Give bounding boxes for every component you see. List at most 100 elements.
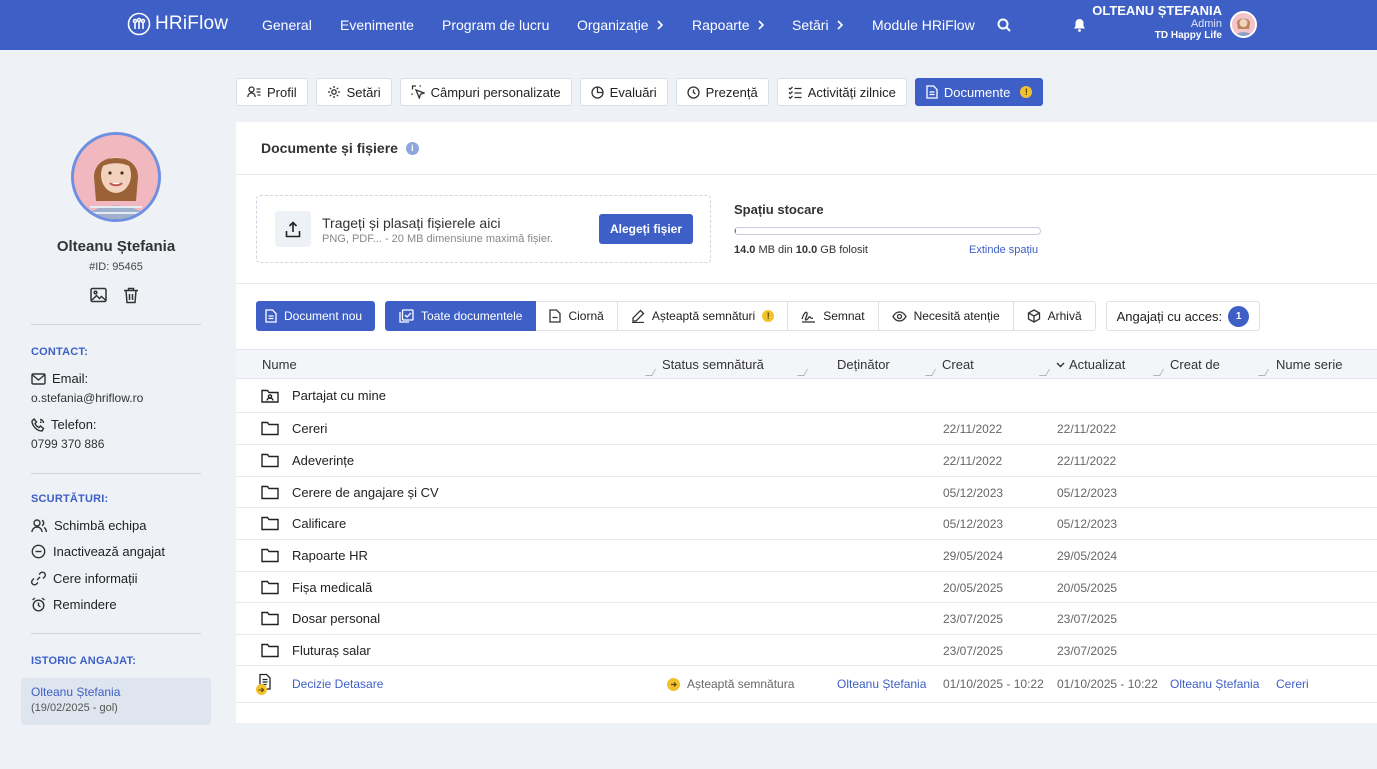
shortcut-reminders[interactable]: Remindere [31,597,117,612]
document-icon [265,309,277,323]
table-row[interactable]: Dosar personal 23/07/2025 23/07/2025 [236,603,1377,635]
document-created-by[interactable]: Olteanu Ștefania [1170,677,1259,691]
image-icon[interactable] [90,287,107,303]
column-resize-handle[interactable] [1038,369,1051,376]
column-header-name[interactable]: Nume [262,357,297,372]
updated-date: 22/11/2022 [1057,422,1117,436]
column-header-updated[interactable]: Actualizat [1056,357,1125,372]
column-resize-handle[interactable] [1152,369,1165,376]
column-header-signature-status[interactable]: Status semnătură [662,357,764,372]
button-label: Document nou [284,309,363,323]
table-row[interactable]: Decizie Detasare Așteaptă semnătura Olte… [236,666,1377,703]
updated-date: 05/12/2023 [1057,517,1118,531]
shared-folder-icon [261,389,279,403]
shortcuts-title: SCURTĂTURI: [31,493,109,505]
trash-icon[interactable] [123,287,139,304]
nav-organizatie[interactable]: Organizație [577,17,664,33]
search-icon[interactable] [997,18,1011,32]
table-row[interactable]: Calificare 05/12/2023 05/12/2023 [236,508,1377,540]
tab-profil[interactable]: Profil [236,78,308,106]
table-row[interactable]: Rapoarte HR 29/05/2024 29/05/2024 [236,540,1377,572]
nav-evenimente[interactable]: Evenimente [340,17,414,33]
filter-label: Așteaptă semnături [651,309,756,323]
tab-setari[interactable]: Setări [315,78,392,106]
phone-value[interactable]: 0799 370 886 [31,437,104,451]
new-document-button[interactable]: Document nou [256,301,376,331]
checklist-icon [788,86,802,99]
table-row[interactable]: Partajat cu mine [236,380,1377,413]
bell-icon[interactable] [1073,18,1086,32]
file-dropzone[interactable]: Trageți și plasați fișierele aici PNG, P… [256,195,711,263]
table-row[interactable]: Adeverințe 22/11/2022 22/11/2022 [236,445,1377,477]
contact-title: CONTACT: [31,346,88,358]
tab-prezenta[interactable]: Prezență [675,78,769,106]
email-value[interactable]: o.stefania@hriflow.ro [31,391,143,405]
divider [31,324,201,325]
table-row[interactable]: Cereri 22/11/2022 22/11/2022 [236,413,1377,445]
nav-general[interactable]: General [262,17,312,33]
access-label: Angajați cu acces: [1116,308,1223,324]
tab-documente[interactable]: Documente ! [914,78,1044,106]
extend-storage-link[interactable]: Extinde spațiu [969,244,1038,256]
nav-rapoarte[interactable]: Rapoarte [692,17,765,33]
filter-draft[interactable]: Ciornă [536,301,618,331]
column-resize-handle[interactable] [796,369,809,376]
pen-icon [631,309,645,323]
document-owner[interactable]: Olteanu Ștefania [837,677,926,691]
user-menu[interactable]: OLTEANU ȘTEFANIA Admin TD Happy Life [1092,3,1222,42]
shortcut-inactivate[interactable]: Inactivează angajat [31,544,165,559]
tab-evaluari[interactable]: Evaluări [579,78,668,106]
nav-program-de-lucru[interactable]: Program de lucru [442,17,549,33]
employees-with-access[interactable]: Angajați cu acces: 1 [1105,301,1261,331]
column-resize-handle[interactable] [644,369,657,376]
table-row[interactable]: Cerere de angajare și CV 05/12/2023 05/1… [236,477,1377,508]
email-label-text: Email: [52,371,89,386]
folder-name: Fișa medicală [292,580,373,595]
tab-label: Documente [943,84,1011,100]
divider [31,633,201,634]
choose-file-button[interactable]: Alegeți fișier [599,214,693,244]
shortcut-change-team[interactable]: Schimbă echipa [31,518,147,533]
shortcut-request-info[interactable]: Cere informații [31,571,138,586]
logo[interactable]: HRiFlow [127,12,228,36]
history-card[interactable]: Olteanu Ștefania (19/02/2025 - gol) [21,678,211,725]
column-header-created-by[interactable]: Creat de [1170,357,1220,372]
updated-date: 20/05/2025 [1057,581,1118,595]
document-name[interactable]: Decizie Detasare [292,677,383,691]
storage-used-unit: MB din [758,244,793,256]
updated-date: 01/10/2025 - 10:22 [1057,677,1158,691]
folder-name: Cereri [292,421,328,436]
pie-chart-icon [591,85,604,99]
folder-name: Calificare [292,516,347,531]
nav-label: Rapoarte [692,17,750,33]
column-header-owner[interactable]: Deținător [837,357,890,372]
tab-activitati-zilnice[interactable]: Activități zilnice [776,78,907,106]
tab-campuri-personalizate[interactable]: Câmpuri personalizate [399,78,572,106]
document-series[interactable]: Cereri [1276,677,1309,691]
nav-setari[interactable]: Setări [792,17,844,33]
documents-check-icon [399,309,414,323]
storage-progress [734,227,1041,235]
user-avatar[interactable] [1230,11,1257,38]
column-header-series[interactable]: Nume serie [1276,357,1342,372]
column-header-created[interactable]: Creat [942,357,974,372]
filter-archive[interactable]: Arhivă [1013,301,1096,331]
info-icon[interactable]: i [405,141,419,155]
filter-all-documents[interactable]: Toate documentele [385,301,537,331]
user-role: Admin [1190,18,1222,31]
pending-document-icon [256,673,273,695]
filter-signed[interactable]: Semnat [788,301,879,331]
nav-label: Evenimente [340,17,414,33]
tab-label: Câmpuri personalizate [430,84,561,100]
table-row[interactable]: Fișa medicală 20/05/2025 20/05/2025 [236,572,1377,603]
user-company: TD Happy Life [1154,30,1222,42]
column-resize-handle[interactable] [1257,369,1270,376]
mail-icon [31,372,46,385]
created-date: 23/07/2025 [943,644,1004,658]
table-row[interactable]: Fluturaș salar 23/07/2025 23/07/2025 [236,635,1377,666]
filter-awaiting-signatures[interactable]: Așteaptă semnături ! [617,301,789,331]
sort-descending-icon [1056,362,1065,367]
filter-needs-attention[interactable]: Necesită atenție [878,301,1014,331]
nav-module-hriflow[interactable]: Module HRiFlow [872,17,975,33]
column-resize-handle[interactable] [924,369,937,376]
